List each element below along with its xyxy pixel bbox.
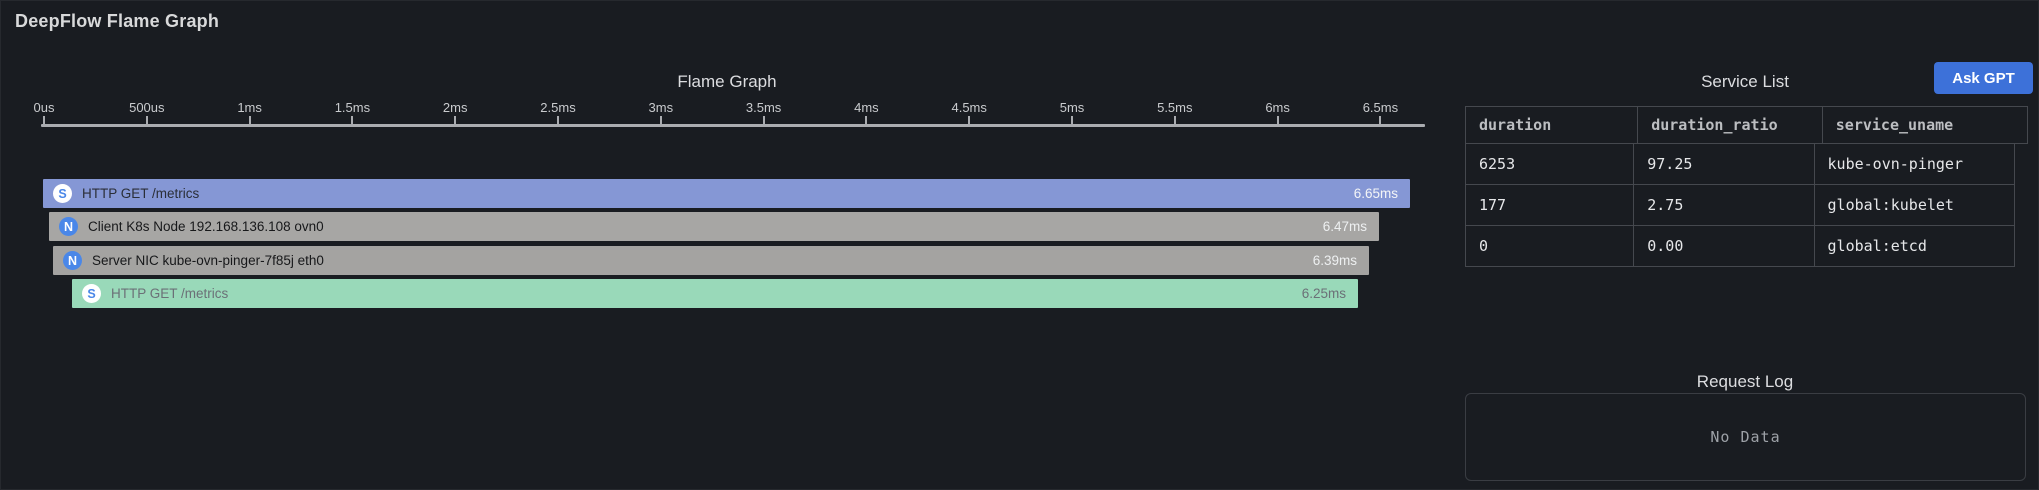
- network-icon: N: [59, 217, 78, 236]
- flame-bar[interactable]: N Server NIC kube-ovn-pinger-7f85j eth0 6.…: [53, 246, 1369, 275]
- table-cell: 2.75: [1634, 185, 1814, 225]
- flame-graph-title: Flame Graph: [1, 72, 1453, 96]
- service-list-column-header: service_uname: [1823, 107, 2027, 143]
- flame-bar-label: Client K8s Node 192.168.136.108 ovn0: [88, 219, 324, 234]
- table-row[interactable]: 625397.25kube-ovn-pinger: [1466, 144, 2015, 185]
- flame-bar-label: Server NIC kube-ovn-pinger-7f85j eth0: [92, 253, 324, 268]
- table-cell: 6253: [1466, 144, 1634, 184]
- axis-tick-mark: [1174, 116, 1176, 125]
- axis-tick-mark: [351, 116, 353, 125]
- request-log-title: Request Log: [1462, 372, 2028, 394]
- table-cell: 177: [1466, 185, 1634, 225]
- table-cell: 0.00: [1634, 226, 1814, 266]
- axis-tick-mark: [1071, 116, 1073, 125]
- service-icon: S: [82, 284, 101, 303]
- axis-tick-label: 6ms: [1265, 100, 1290, 115]
- axis-tick-label: 0us: [34, 100, 55, 115]
- deepflow-dashboard: DeepFlow Flame Graph Flame Graph 0us 500u…: [0, 0, 2039, 490]
- service-list-table: durationduration_ratioservice_uname 6253…: [1465, 106, 2028, 267]
- service-list-header-row: durationduration_ratioservice_uname: [1465, 106, 2028, 144]
- axis-tick-label: 5.5ms: [1157, 100, 1192, 115]
- flame-bar-label: HTTP GET /metrics: [111, 286, 228, 301]
- axis-tick-label: 4.5ms: [951, 100, 986, 115]
- service-list-body: 625397.25kube-ovn-pinger1772.75global:ku…: [1465, 144, 2015, 267]
- flame-bar-label: HTTP GET /metrics: [82, 186, 199, 201]
- axis-tick-mark: [557, 116, 559, 125]
- flame-bar-duration: 6.65ms: [1354, 186, 1400, 201]
- no-data-text: No Data: [1710, 428, 1780, 446]
- flame-bar[interactable]: N Client K8s Node 192.168.136.108 ovn0 6.4…: [49, 212, 1379, 241]
- axis-tick-label: 3ms: [649, 100, 674, 115]
- axis-tick-label: 500us: [129, 100, 164, 115]
- axis-tick-label: 3.5ms: [746, 100, 781, 115]
- axis-tick-mark: [1379, 116, 1381, 125]
- table-cell: 0: [1466, 226, 1634, 266]
- flame-bar-duration: 6.39ms: [1313, 253, 1359, 268]
- axis-tick-mark: [865, 116, 867, 125]
- axis-tick-label: 1.5ms: [335, 100, 370, 115]
- network-icon: N: [63, 251, 82, 270]
- axis-tick-mark: [454, 116, 456, 125]
- request-log-empty-box: No Data: [1465, 393, 2026, 481]
- axis-tick-mark: [968, 116, 970, 125]
- axis-tick-mark: [146, 116, 148, 125]
- axis-tick-label: 4ms: [854, 100, 879, 115]
- page-title: DeepFlow Flame Graph: [15, 11, 219, 32]
- axis-tick-label: 2.5ms: [540, 100, 575, 115]
- table-cell: 97.25: [1634, 144, 1814, 184]
- axis-tick-mark: [249, 116, 251, 125]
- axis-tick-label: 5ms: [1060, 100, 1085, 115]
- table-row[interactable]: 1772.75global:kubelet: [1466, 185, 2015, 226]
- flame-bar-duration: 6.25ms: [1302, 286, 1348, 301]
- table-cell: global:kubelet: [1815, 185, 2014, 225]
- axis-tick-label: 1ms: [237, 100, 262, 115]
- table-row[interactable]: 00.00global:etcd: [1466, 226, 2015, 267]
- service-list-column-header: duration_ratio: [1638, 107, 1823, 143]
- axis-tick-label: 2ms: [443, 100, 468, 115]
- axis-tick-mark: [1277, 116, 1279, 125]
- service-icon: S: [53, 184, 72, 203]
- flame-bar[interactable]: S HTTP GET /metrics 6.65ms: [43, 179, 1410, 208]
- flame-bar[interactable]: S HTTP GET /metrics 6.25ms: [72, 279, 1358, 308]
- axis-tick-label: 6.5ms: [1363, 100, 1398, 115]
- axis-tick-mark: [763, 116, 765, 125]
- table-cell: global:etcd: [1815, 226, 2014, 266]
- axis-tick-mark: [43, 116, 45, 125]
- table-cell: kube-ovn-pinger: [1815, 144, 2014, 184]
- flame-bar-duration: 6.47ms: [1323, 219, 1369, 234]
- axis-tick-mark: [660, 116, 662, 125]
- service-list-column-header: duration: [1466, 107, 1638, 143]
- ask-gpt-button[interactable]: Ask GPT: [1934, 62, 2033, 94]
